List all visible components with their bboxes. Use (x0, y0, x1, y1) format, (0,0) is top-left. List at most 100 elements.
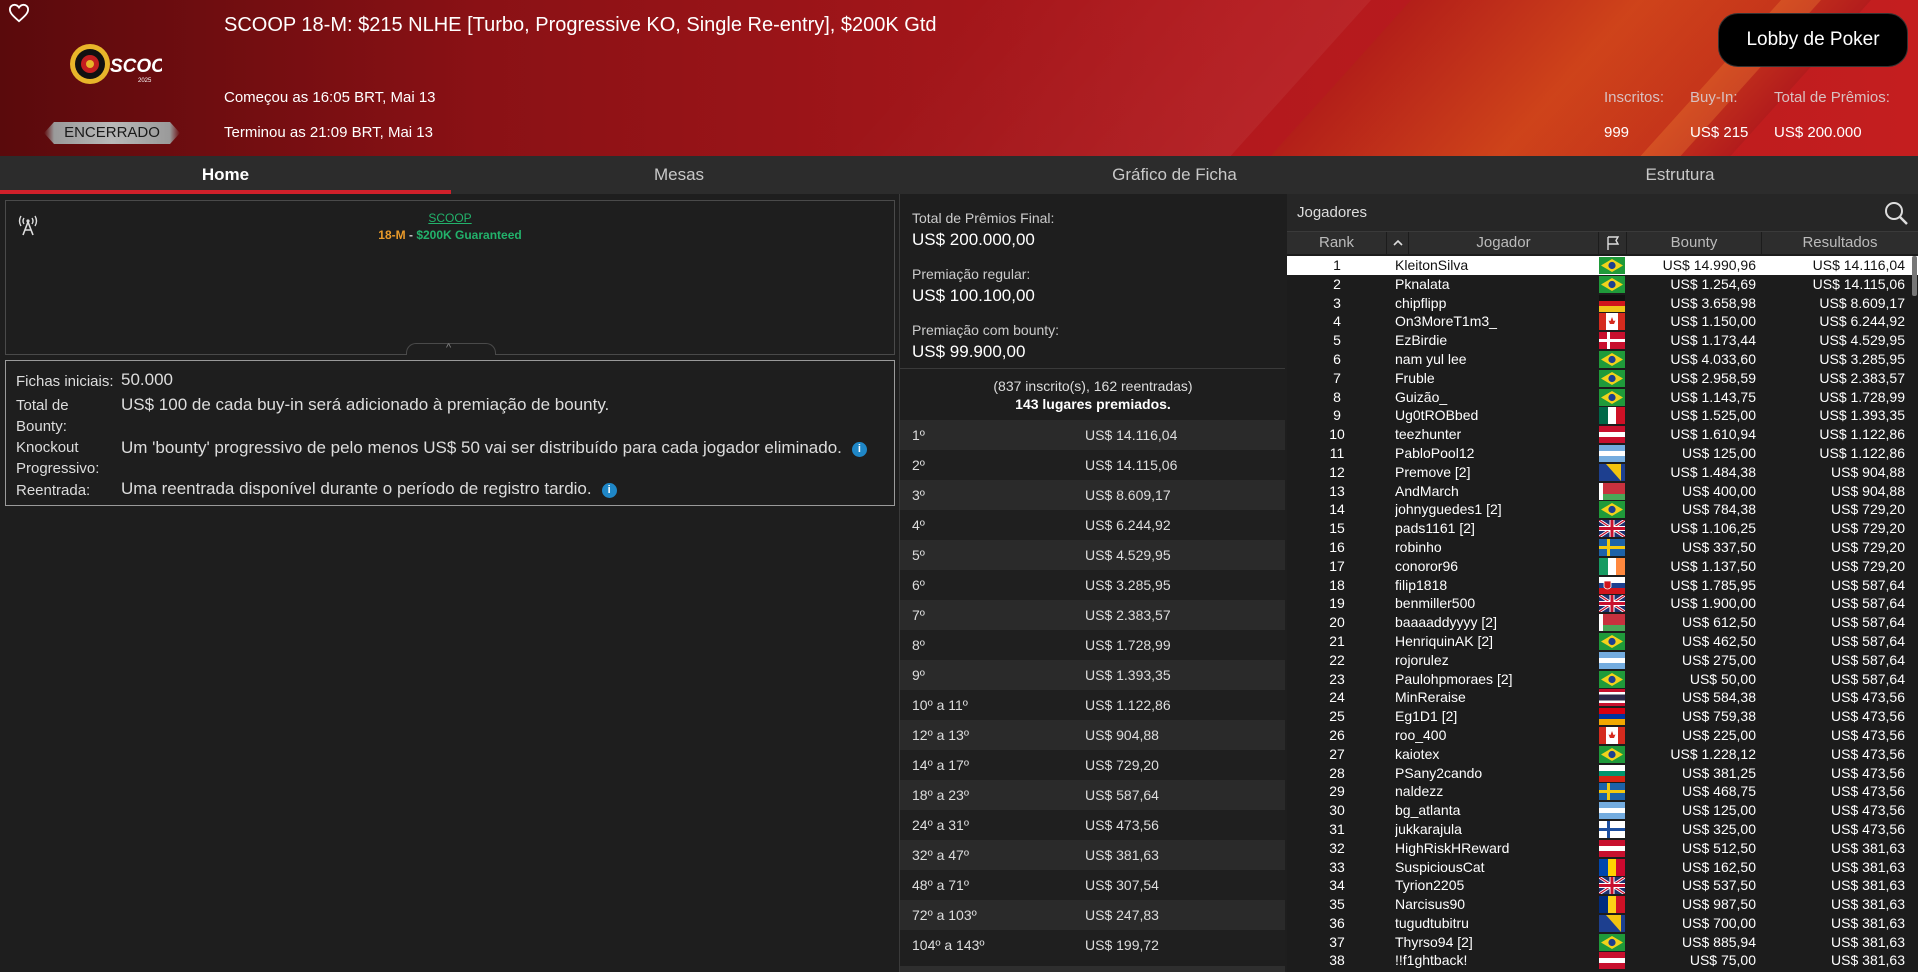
table-row[interactable]: 36 tugudtubitru US$ 700,00 US$ 381,63 (1287, 914, 1918, 933)
player-rank: 33 (1329, 858, 1345, 875)
country-flag-icon (1599, 407, 1625, 425)
player-bounty: US$ 125,00 (1682, 444, 1756, 461)
country-flag-icon (1599, 576, 1625, 594)
player-column-header[interactable]: Jogador (1409, 232, 1599, 254)
table-row[interactable]: 21 HenriquinAK [2] US$ 462,50 US$ 587,64 (1287, 632, 1918, 651)
player-rank: 14 (1329, 501, 1345, 518)
bounty-column-header[interactable]: Bounty (1627, 232, 1762, 254)
vertical-scrollbar[interactable] (1912, 256, 1917, 296)
poker-lobby-button[interactable]: Lobby de Poker (1718, 13, 1908, 67)
table-row[interactable]: 4 On3MoreT1m3_ US$ 1.150,00 US$ 6.244,92 (1287, 312, 1918, 331)
table-row[interactable]: 37 Thyrso94 [2] US$ 885,94 US$ 381,63 (1287, 933, 1918, 952)
tab-tables[interactable]: Mesas (451, 156, 907, 194)
info-icon[interactable]: i (851, 442, 867, 457)
table-row[interactable]: 9 Ug0tROBbed US$ 1.525,00 US$ 1.393,35 (1287, 406, 1918, 425)
country-flag-icon (1599, 933, 1625, 951)
guarantee-text: $200K Guaranteed (416, 228, 522, 242)
table-row[interactable]: 24 MinReraise US$ 584,38 US$ 473,56 (1287, 688, 1918, 707)
payout-place: 24º a 31º (912, 817, 969, 833)
results-column-header[interactable]: Resultados (1762, 232, 1918, 254)
rank-column-header[interactable]: Rank (1287, 232, 1387, 254)
country-flag-icon (1599, 557, 1625, 575)
collapse-panel-button[interactable]: ^ (406, 342, 496, 355)
player-result: US$ 381,63 (1831, 839, 1905, 856)
table-row[interactable]: 2 Pknalata US$ 1.254,69 US$ 14.115,06 (1287, 275, 1918, 294)
country-flag-icon (1599, 726, 1625, 744)
country-flag-icon (1599, 388, 1625, 406)
reentry-text-row: Uma reentrada disponível durante o perío… (121, 479, 617, 499)
table-row[interactable]: 1 KleitonSilva US$ 14.990,96 US$ 14.116,04 (1287, 256, 1918, 275)
player-name: benmiller500 (1395, 595, 1476, 612)
player-bounty: US$ 987,50 (1682, 896, 1756, 913)
player-name: pads1161 [2] (1395, 520, 1475, 537)
table-row[interactable]: 29 naldezz US$ 468,75 US$ 473,56 (1287, 782, 1918, 801)
player-name: nam yul lee (1395, 350, 1467, 367)
scoop-link[interactable]: SCOOP (6, 211, 894, 225)
table-row[interactable]: 16 robinho US$ 337,50 US$ 729,20 (1287, 538, 1918, 557)
tab-chip-graph[interactable]: Gráfico de Ficha (907, 156, 1442, 194)
player-rank: 34 (1329, 877, 1345, 894)
table-row[interactable]: 18 filip1818 US$ 1.785,95 US$ 587,64 (1287, 576, 1918, 595)
player-name: Pknalata (1395, 275, 1450, 292)
table-row[interactable]: 8 Guizão_ US$ 1.143,75 US$ 1.728,99 (1287, 388, 1918, 407)
player-rank: 31 (1329, 820, 1345, 837)
table-row[interactable]: 25 Eg1D1 [2] US$ 759,38 US$ 473,56 (1287, 707, 1918, 726)
table-row[interactable]: 38 !!f1ghtback! US$ 75,00 US$ 381,63 (1287, 951, 1918, 970)
table-row[interactable]: 28 PSany2cando US$ 381,25 US$ 473,56 (1287, 764, 1918, 783)
table-row[interactable]: 7 Fruble US$ 2.958,59 US$ 2.383,57 (1287, 369, 1918, 388)
player-result: US$ 1.122,86 (1819, 444, 1905, 461)
info-icon[interactable]: i (601, 483, 617, 498)
table-row[interactable]: 5 EzBirdie US$ 1.173,44 US$ 4.529,95 (1287, 331, 1918, 350)
search-icon[interactable] (1883, 200, 1909, 226)
player-name: SuspiciousCat (1395, 858, 1485, 875)
favorite-heart-icon[interactable] (8, 3, 30, 23)
table-row[interactable]: 15 pads1161 [2] US$ 1.106,25 US$ 729,20 (1287, 518, 1918, 539)
table-row[interactable]: 23 Paulohpmoraes [2] US$ 50,00 US$ 587,64 (1287, 670, 1918, 689)
player-name: chipflipp (1395, 294, 1447, 311)
player-result: US$ 473,56 (1831, 708, 1905, 725)
player-name: naldezz (1395, 783, 1444, 800)
player-name: conoror96 (1395, 557, 1459, 574)
table-row[interactable]: 3 chipflipp US$ 3.658,98 US$ 8.609,17 (1287, 294, 1918, 313)
horizontal-scrollbar[interactable] (900, 966, 1285, 972)
country-flag-icon (1599, 501, 1625, 519)
payout-place: 1º (912, 427, 925, 443)
table-row[interactable]: 22 rojorulez US$ 275,00 US$ 587,64 (1287, 651, 1918, 670)
player-name: kaiotex (1395, 745, 1440, 762)
table-row[interactable]: 35 Narcisus90 US$ 987,50 US$ 381,63 (1287, 895, 1918, 914)
table-row[interactable]: 31 jukkarajula US$ 325,00 US$ 473,56 (1287, 820, 1918, 839)
player-name: EzBirdie (1395, 332, 1448, 349)
entrants-value: 999 (1604, 124, 1630, 141)
table-row[interactable]: 12 Premove [2] US$ 1.484,38 US$ 904,88 (1287, 463, 1918, 482)
country-flag-icon (1599, 482, 1625, 500)
bounty-prize-label: Premiação com bounty: (912, 322, 1060, 338)
country-flag-icon (1599, 802, 1625, 820)
player-rank: 23 (1329, 670, 1345, 687)
payout-place: 9º (912, 667, 925, 683)
player-result: US$ 729,20 (1831, 538, 1905, 555)
table-row[interactable]: 32 HighRiskHReward US$ 512,50 US$ 381,63 (1287, 839, 1918, 858)
table-row[interactable]: 30 bg_atlanta US$ 125,00 US$ 473,56 (1287, 801, 1918, 820)
country-flag-icon (1599, 858, 1625, 876)
table-row[interactable]: 6 nam yul lee US$ 4.033,60 US$ 3.285,95 (1287, 350, 1918, 369)
table-row[interactable]: 19 benmiller500 US$ 1.900,00 US$ 587,64 (1287, 594, 1918, 614)
table-row[interactable]: 13 AndMarch US$ 400,00 US$ 904,88 (1287, 482, 1918, 501)
table-row[interactable]: 27 kaiotex US$ 1.228,12 US$ 473,56 (1287, 745, 1918, 764)
table-row[interactable]: 17 conoror96 US$ 1.137,50 US$ 729,20 (1287, 557, 1918, 576)
table-row[interactable]: 10 teezhunter US$ 1.610,94 US$ 1.122,86 (1287, 425, 1918, 444)
table-row[interactable]: 34 Tyrion2205 US$ 537,50 US$ 381,63 (1287, 876, 1918, 896)
table-row[interactable]: 26 roo_400 US$ 225,00 US$ 473,56 (1287, 726, 1918, 745)
country-flag-column-header[interactable] (1599, 232, 1627, 254)
table-row[interactable]: 14 johnyguedes1 [2] US$ 784,38 US$ 729,20 (1287, 500, 1918, 519)
table-row[interactable]: 33 SuspiciousCat US$ 162,50 US$ 381,63 (1287, 858, 1918, 877)
status-badge: ENCERRADO (44, 122, 180, 144)
separator: - (405, 228, 417, 242)
player-rank: 5 (1333, 332, 1341, 349)
sort-chevron-up-icon[interactable] (1387, 232, 1409, 254)
tab-structure[interactable]: Estrutura (1442, 156, 1918, 194)
payout-row: 12º a 13º US$ 904,88 (900, 720, 1285, 750)
table-row[interactable]: 11 PabloPool12 US$ 125,00 US$ 1.122,86 (1287, 444, 1918, 463)
player-result: US$ 1.728,99 (1819, 388, 1905, 405)
tab-home[interactable]: Home (0, 156, 451, 194)
table-row[interactable]: 20 baaaaddyyyy [2] US$ 612,50 US$ 587,64 (1287, 613, 1918, 632)
